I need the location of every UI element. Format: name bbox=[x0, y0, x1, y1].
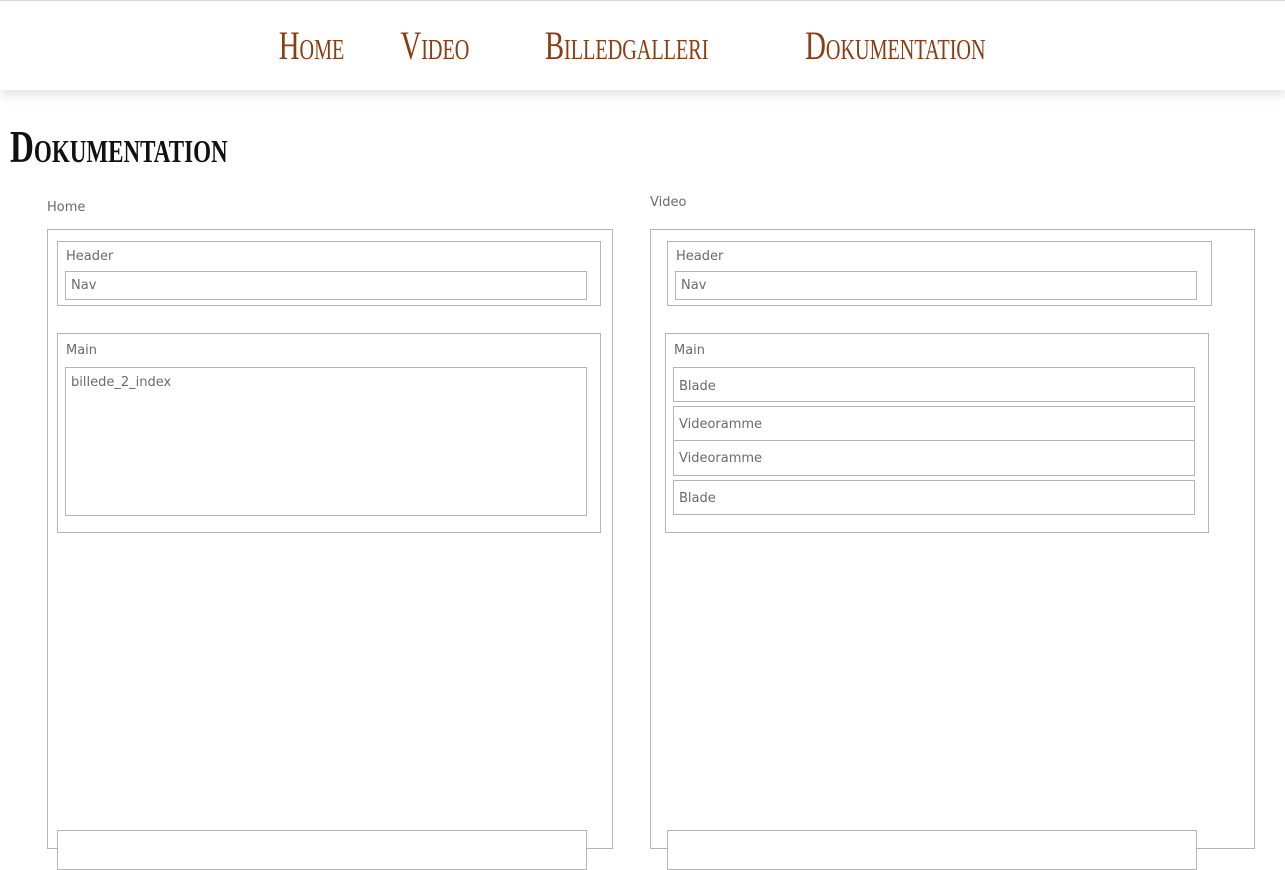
video-header-label: Header bbox=[676, 249, 724, 264]
video-blade-box: Blade bbox=[673, 480, 1195, 515]
nav-link-billedgalleri[interactable]: Billedgalleri bbox=[545, 25, 709, 66]
nav-link-home[interactable]: Home bbox=[279, 25, 345, 66]
home-footer-box bbox=[57, 830, 587, 870]
video-wireframe: Header Nav Main Blade Videoramme Videora… bbox=[650, 229, 1255, 870]
video-videoramme-box: Videoramme bbox=[673, 406, 1195, 441]
video-panel-label: Video bbox=[650, 195, 687, 210]
home-header-box: Header Nav bbox=[57, 241, 601, 306]
video-videoramme-box: Videoramme bbox=[673, 440, 1195, 476]
home-main-box: Main billede_2_index bbox=[57, 333, 601, 533]
top-navigation: Home Video Billedgalleri Dokumentation bbox=[0, 0, 1285, 90]
video-main-box: Main Blade Videoramme Videoramme Blade bbox=[665, 333, 1209, 533]
nav-link-dokumentation[interactable]: Dokumentation bbox=[805, 25, 985, 66]
home-main-label: Main bbox=[66, 343, 98, 358]
home-header-label: Header bbox=[66, 249, 114, 264]
home-nav-box: Nav bbox=[65, 271, 587, 300]
video-header-box: Header Nav bbox=[667, 241, 1212, 306]
video-nav-box: Nav bbox=[675, 271, 1197, 300]
nav-link-video[interactable]: Video bbox=[401, 25, 470, 66]
video-main-label: Main bbox=[674, 343, 706, 358]
video-footer-box bbox=[667, 830, 1197, 870]
home-image-box: billede_2_index bbox=[65, 367, 587, 516]
home-wireframe: Header Nav Main billede_2_index bbox=[47, 229, 613, 870]
page-title: Dokumentation bbox=[10, 121, 228, 172]
nav-links: Home Video Billedgalleri Dokumentation bbox=[266, 25, 1021, 66]
home-panel-label: Home bbox=[47, 200, 86, 215]
video-blade-box: Blade bbox=[673, 367, 1195, 402]
